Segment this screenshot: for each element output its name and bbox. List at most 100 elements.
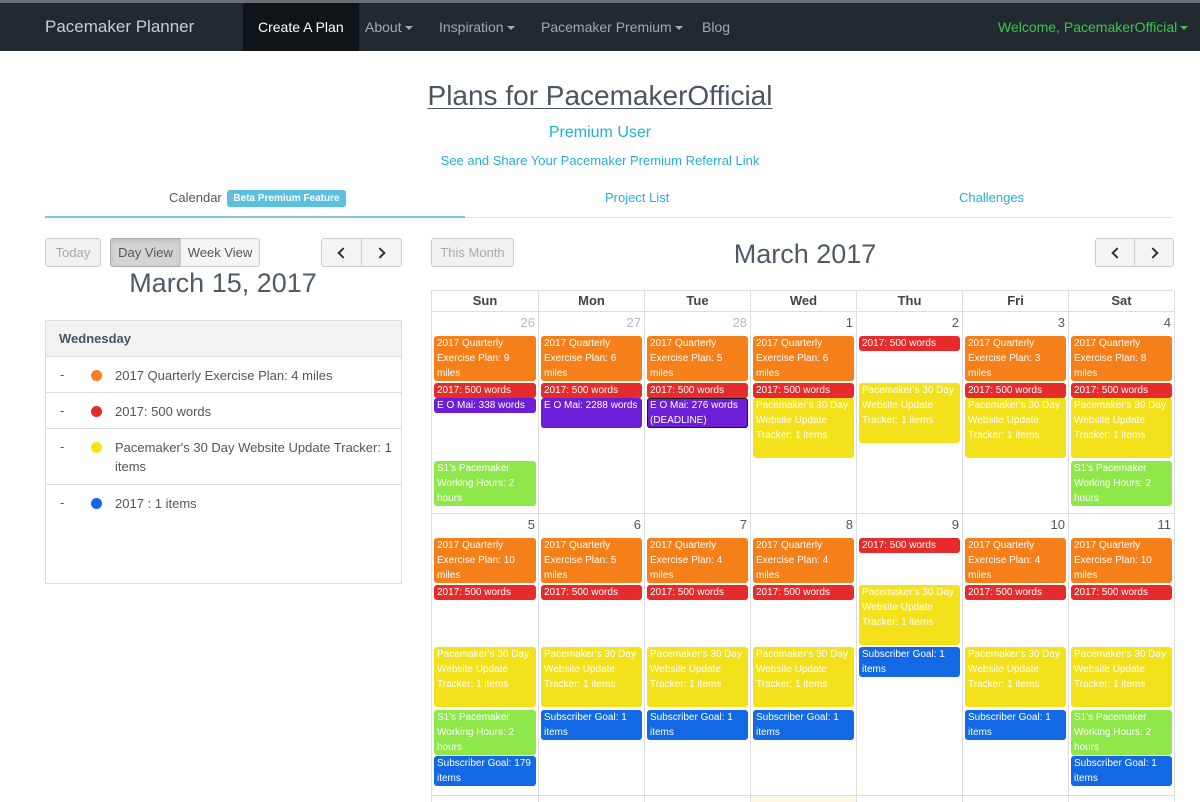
calendar-day-cell[interactable]: 28 2017 Quarterly Exercise Plan: 5 miles 2… <box>645 312 751 514</box>
calendar-day-cell[interactable]: 2 2017: 500 words Pacemaker's 30 Day Websi… <box>857 312 963 514</box>
calendar-event[interactable]: 2017: 500 words <box>1071 584 1172 600</box>
calendar-event[interactable]: 2017: 500 words <box>541 382 642 398</box>
day-prev-button[interactable] <box>321 238 362 267</box>
calendar-event[interactable]: Pacemaker's 30 Day Website Update Tracke… <box>753 398 854 459</box>
calendar-event[interactable]: 2017 Quarterly Exercise Plan: 3 miles <box>965 336 1066 381</box>
calendar-event[interactable]: Subscriber Goal: 1 items <box>753 709 854 740</box>
calendar-event[interactable]: E O Mai: 338 words <box>434 398 536 414</box>
nav-blog[interactable]: Blog <box>702 3 730 51</box>
calendar-event[interactable]: 2017: 500 words <box>859 538 960 553</box>
calendar-day-cell[interactable]: 7 2017 Quarterly Exercise Plan: 4 miles 20… <box>645 514 751 796</box>
calendar-day-cell[interactable]: 17 <box>963 796 1069 802</box>
calendar-event[interactable]: Subscriber Goal: 1 items <box>965 709 1066 740</box>
day-next-button[interactable] <box>361 238 402 267</box>
caret-down-icon <box>674 26 683 31</box>
calendar-event[interactable]: Pacemaker's 30 Day Website Update Tracke… <box>965 647 1066 708</box>
calendar-event[interactable]: Pacemaker's 30 Day Website Update Tracke… <box>1071 398 1172 459</box>
calendar-event[interactable]: Pacemaker's 30 Day Website Update Tracke… <box>647 647 748 708</box>
calendar-event[interactable]: Pacemaker's 30 Day Website Update Tracke… <box>541 647 642 708</box>
month-title: March 2017 <box>733 239 877 269</box>
tab-project-list[interactable]: Project List <box>605 190 669 205</box>
calendar-day-cell[interactable]: 26 2017 Quarterly Exercise Plan: 9 miles 2… <box>432 312 539 514</box>
calendar-event[interactable]: 2017: 500 words <box>647 584 748 600</box>
calendar-event[interactable]: Subscriber Goal: 1 items <box>647 709 748 740</box>
calendar-event[interactable]: 2017 Quarterly Exercise Plan: 4 miles <box>753 538 854 583</box>
calendar-event[interactable]: S1's Pacemaker Working Hours: 2 hours <box>1071 709 1172 755</box>
calendar-event[interactable]: 2017 Quarterly Exercise Plan: 4 miles <box>647 538 748 583</box>
brand-logo[interactable]: Pacemaker Planner <box>45 3 194 51</box>
day-agenda-item[interactable]: - 2017: 500 words <box>46 393 401 429</box>
month-prev-button[interactable] <box>1095 238 1135 267</box>
day-agenda-item[interactable]: - 2017 Quarterly Exercise Plan: 4 miles <box>46 357 401 393</box>
calendar-day-cell[interactable]: 16 <box>857 796 963 802</box>
calendar-event[interactable]: 2017: 500 words <box>965 382 1066 398</box>
calendar-event[interactable]: 2017 Quarterly Exercise Plan: 8 miles <box>1071 336 1172 381</box>
calendar-event[interactable]: E O Mai: 276 words (DEADLINE) <box>647 398 748 429</box>
user-menu[interactable]: Welcome, PacemakerOfficial <box>998 3 1189 51</box>
nav-inspiration[interactable]: Inspiration <box>439 3 515 51</box>
calendar-event[interactable]: Pacemaker's 30 Day Website Update Tracke… <box>859 584 960 645</box>
tab-challenges[interactable]: Challenges <box>959 190 1024 205</box>
calendar-day-cell[interactable]: 27 2017 Quarterly Exercise Plan: 6 miles 2… <box>539 312 645 514</box>
calendar-day-cell[interactable]: 18 <box>1069 796 1175 802</box>
day-number: 26 <box>520 315 535 330</box>
day-agenda-item[interactable]: - 2017 : 1 items <box>46 485 401 521</box>
calendar-event[interactable]: 2017: 500 words <box>753 584 854 600</box>
calendar-day-cell[interactable]: 6 2017 Quarterly Exercise Plan: 5 miles 20… <box>539 514 645 796</box>
today-button[interactable]: Today <box>45 238 101 267</box>
page-title-text[interactable]: Plans for PacemakerOfficial <box>428 80 773 111</box>
day-agenda-item[interactable]: - Pacemaker's 30 Day Website Update Track… <box>46 429 401 485</box>
day-view-button[interactable]: Day View <box>110 238 181 267</box>
nav-pacemaker-premium[interactable]: Pacemaker Premium <box>541 3 683 51</box>
tab-calendar[interactable]: Calendar Beta Premium Feature <box>169 190 346 208</box>
week-view-button[interactable]: Week View <box>180 238 260 267</box>
calendar-event[interactable]: 2017: 500 words <box>541 584 642 600</box>
calendar-event[interactable]: 2017 Quarterly Exercise Plan: 6 miles <box>541 336 642 381</box>
calendar-event[interactable]: Pacemaker's 30 Day Website Update Tracke… <box>753 647 854 708</box>
calendar-day-cell[interactable]: 15 <box>751 796 857 802</box>
nav-about[interactable]: About <box>365 3 413 51</box>
calendar-event[interactable]: 2017 Quarterly Exercise Plan: 9 miles <box>434 336 536 381</box>
calendar-day-cell[interactable]: 9 2017: 500 words Pacemaker's 30 Day Websi… <box>857 514 963 796</box>
referral-link[interactable]: See and Share Your Pacemaker Premium Ref… <box>441 153 760 168</box>
calendar-day-cell[interactable]: 13 <box>539 796 645 802</box>
calendar-event[interactable]: Subscriber Goal: 1 items <box>541 709 642 740</box>
calendar-event[interactable]: 2017: 500 words <box>1071 382 1172 398</box>
calendar-day-cell[interactable]: 8 2017 Quarterly Exercise Plan: 4 miles 20… <box>751 514 857 796</box>
calendar-day-cell[interactable]: 5 2017 Quarterly Exercise Plan: 10 miles 2… <box>432 514 539 796</box>
calendar-event[interactable]: 2017 Quarterly Exercise Plan: 6 miles <box>753 336 854 381</box>
calendar-day-cell[interactable]: 1 2017 Quarterly Exercise Plan: 6 miles 20… <box>751 312 857 514</box>
calendar-day-cell[interactable]: 10 2017 Quarterly Exercise Plan: 4 miles 2… <box>963 514 1069 796</box>
month-next-button[interactable] <box>1134 238 1174 267</box>
day-agenda-panel: Wednesday - 2017 Quarterly Exercise Plan:… <box>45 320 402 584</box>
calendar-event[interactable]: 2017: 500 words <box>965 584 1066 600</box>
calendar-day-cell[interactable]: 3 2017 Quarterly Exercise Plan: 3 miles 20… <box>963 312 1069 514</box>
calendar-event[interactable]: E O Mai: 2288 words <box>541 398 642 429</box>
calendar-event[interactable]: 2017 Quarterly Exercise Plan: 5 miles <box>541 538 642 583</box>
calendar-event[interactable]: Subscriber Goal: 179 items <box>434 756 536 787</box>
calendar-day-cell[interactable]: 14 <box>645 796 751 802</box>
calendar-event[interactable]: S1's Pacemaker Working Hours: 2 hours <box>434 709 536 755</box>
calendar-event[interactable]: Subscriber Goal: 1 items <box>859 647 960 678</box>
calendar-event[interactable]: Pacemaker's 30 Day Website Update Tracke… <box>859 382 960 443</box>
calendar-event[interactable]: Pacemaker's 30 Day Website Update Tracke… <box>965 398 1066 459</box>
calendar-day-cell[interactable]: 4 2017 Quarterly Exercise Plan: 8 miles 20… <box>1069 312 1175 514</box>
calendar-event[interactable]: 2017: 500 words <box>434 584 536 600</box>
calendar-event[interactable]: 2017 Quarterly Exercise Plan: 4 miles <box>965 538 1066 583</box>
calendar-day-cell[interactable]: 12 <box>432 796 539 802</box>
calendar-event[interactable]: 2017 Quarterly Exercise Plan: 10 miles <box>434 538 536 583</box>
nav-create-a-plan[interactable]: Create A Plan <box>243 3 359 51</box>
calendar-event[interactable]: Subscriber Goal: 1 items <box>1071 756 1172 787</box>
calendar-event[interactable]: 2017 Quarterly Exercise Plan: 5 miles <box>647 336 748 381</box>
calendar-event[interactable]: 2017: 500 words <box>434 382 536 398</box>
calendar-event[interactable]: 2017: 500 words <box>859 336 960 351</box>
calendar-event[interactable]: Pacemaker's 30 Day Website Update Tracke… <box>434 647 536 708</box>
calendar-event[interactable]: Pacemaker's 30 Day Website Update Tracke… <box>1071 647 1172 708</box>
calendar-event[interactable]: 2017: 500 words <box>753 382 854 398</box>
calendar-event[interactable]: 2017: 500 words <box>647 382 748 398</box>
calendar-day-cell[interactable]: 11 2017 Quarterly Exercise Plan: 10 miles… <box>1069 514 1175 796</box>
this-month-button[interactable]: This Month <box>431 238 514 267</box>
calendar-event[interactable]: 2017 Quarterly Exercise Plan: 10 miles <box>1071 538 1172 583</box>
calendar-event[interactable]: S1's Pacemaker Working Hours: 2 hours <box>434 460 536 506</box>
calendar-event[interactable]: S1's Pacemaker Working Hours: 2 hours <box>1071 460 1172 506</box>
